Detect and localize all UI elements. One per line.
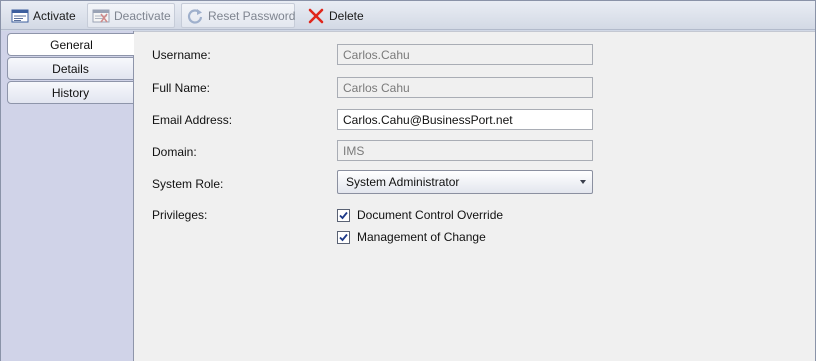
checkmark-icon — [339, 211, 348, 219]
domain-label: Domain: — [152, 145, 197, 159]
tab-general-label: General — [50, 37, 93, 52]
checkbox-document-control-override[interactable] — [337, 208, 350, 222]
deactivate-label: Deactivate — [114, 8, 171, 23]
reset-password-label: Reset Password — [208, 8, 296, 23]
tab-history-label: History — [51, 85, 90, 100]
delete-x-icon — [307, 7, 325, 25]
tab-history[interactable]: History — [7, 81, 134, 104]
full-name-label: Full Name: — [152, 81, 211, 95]
deactivate-icon — [92, 7, 110, 25]
activate-button[interactable]: Activate — [7, 3, 80, 28]
email-field[interactable]: Carlos.Cahu@BusinessPort.net — [337, 109, 593, 130]
privilege-label: Document Control Override — [357, 208, 504, 222]
privilege-management-of-change[interactable]: Management of Change — [337, 230, 486, 244]
tab-general[interactable]: General — [7, 33, 135, 56]
delete-button[interactable]: Delete — [303, 3, 368, 28]
tab-details[interactable]: Details — [7, 57, 134, 80]
toolbar: Activate Deactivate Reset Password Delet… — [1, 1, 815, 30]
tab-details-label: Details — [52, 61, 89, 76]
user-editor-window: Activate Deactivate Reset Password Delet… — [0, 0, 816, 361]
delete-label: Delete — [329, 8, 364, 23]
chevron-down-icon — [580, 180, 586, 184]
refresh-icon — [186, 7, 204, 25]
general-panel: Username: Carlos.Cahu Full Name: Carlos … — [134, 31, 815, 361]
activate-label: Activate — [33, 8, 76, 23]
checkmark-icon — [339, 233, 348, 241]
privilege-label: Management of Change — [357, 230, 486, 244]
system-role-select[interactable]: System Administrator — [337, 170, 593, 194]
reset-password-button[interactable]: Reset Password — [181, 3, 295, 28]
domain-field[interactable]: IMS — [337, 140, 593, 161]
system-role-value: System Administrator — [346, 175, 460, 189]
activate-icon — [11, 7, 29, 25]
checkbox-management-of-change[interactable] — [337, 230, 350, 244]
system-role-label: System Role: — [152, 177, 224, 191]
email-label: Email Address: — [152, 113, 233, 127]
username-label: Username: — [152, 48, 211, 62]
full-name-field[interactable]: Carlos Cahu — [337, 77, 593, 98]
username-field[interactable]: Carlos.Cahu — [337, 44, 593, 65]
tabs-pane: General Details History — [1, 31, 135, 361]
privilege-document-control-override[interactable]: Document Control Override — [337, 208, 503, 222]
deactivate-button[interactable]: Deactivate — [87, 3, 175, 28]
privileges-label: Privileges: — [152, 208, 208, 222]
